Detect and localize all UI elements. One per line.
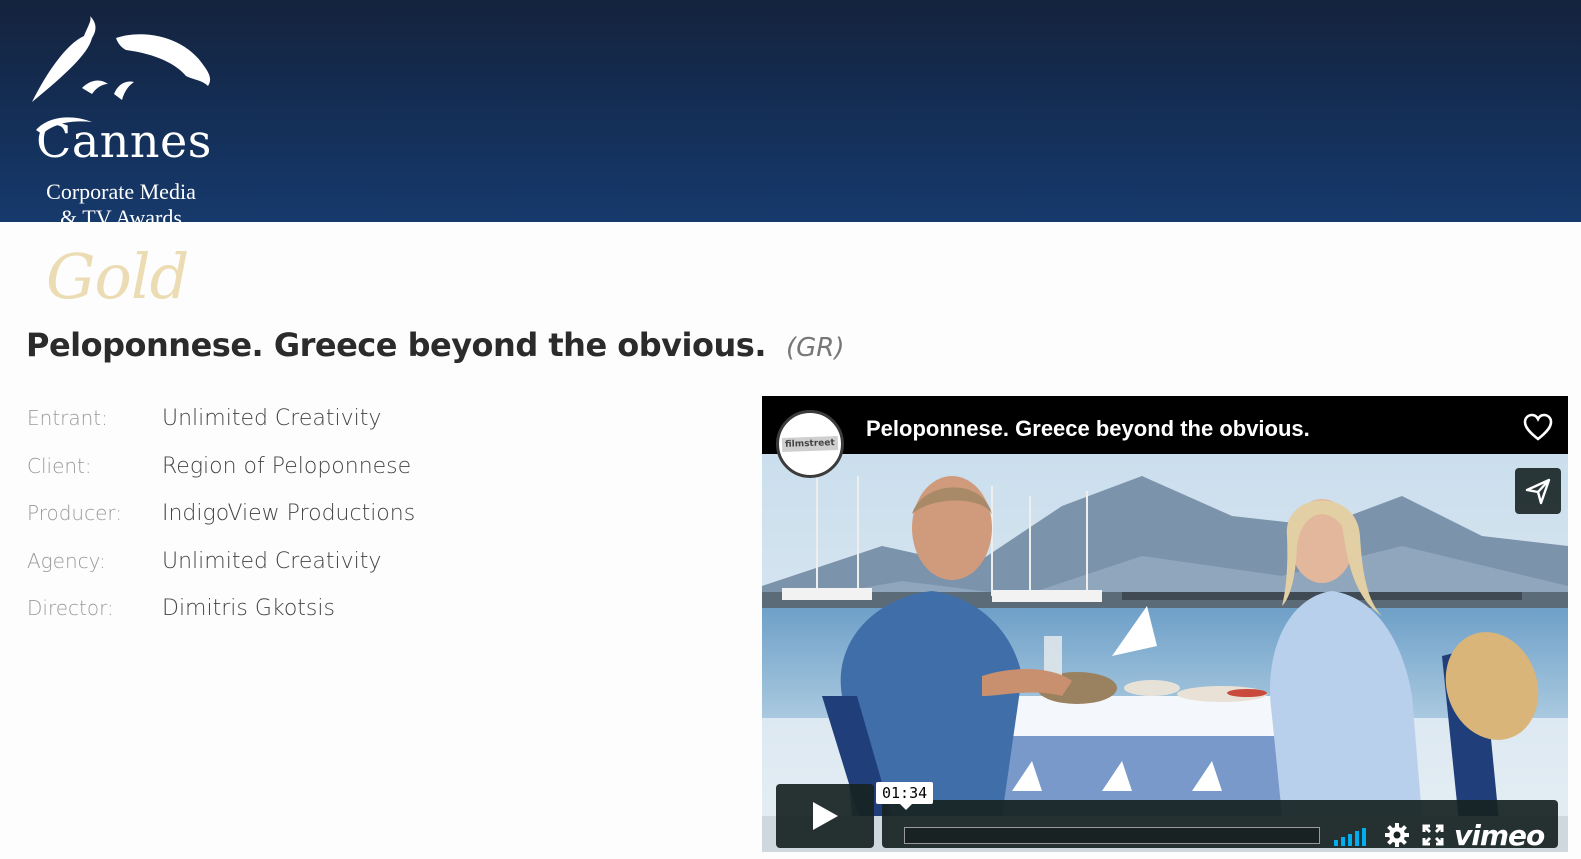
dolphin-icon [32,16,211,102]
credit-label: Producer: [27,501,123,525]
credit-row-director: Director: Dimitris Gkotsis [27,596,415,644]
logo-line-tv-awards: & TV Awards [60,205,182,223]
player-controls: vimeo 01:34 [776,782,1568,852]
credits-list: Entrant: Unlimited Creativity Client: Re… [27,406,415,644]
play-button[interactable] [776,784,874,848]
credit-value: Dimitris Gkotsis [162,596,335,621]
credit-label: Director: [27,596,114,620]
fullscreen-icon[interactable] [1422,824,1444,846]
credit-value: IndigoView Productions [162,501,416,526]
credit-value: Region of Peloponnese [162,453,412,479]
timebar: vimeo [882,800,1558,852]
entry-country: (GR) [785,333,845,363]
entry-title: Peloponnese. Greece beyond the obvious. [26,326,766,364]
time-display: 01:34 [876,782,934,810]
logo-line-corporate-media: Corporate Media [46,179,196,204]
logo-line-cannes: Cannes [36,114,212,168]
vimeo-logo[interactable]: vimeo [1454,819,1545,852]
credit-value: Unlimited Creativity [162,406,382,431]
gear-icon[interactable] [1384,822,1410,848]
volume-bars-icon[interactable] [1334,826,1370,846]
heart-icon [1523,413,1553,441]
video-player[interactable]: filmstreet Peloponnese. Greece beyond th… [762,396,1568,852]
video-title[interactable]: Peloponnese. Greece beyond the obvious. [866,416,1310,442]
entry-title-row: Peloponnese. Greece beyond the obvious. … [26,326,844,364]
play-icon [813,802,838,830]
credit-row-producer: Producer: IndigoView Productions [27,501,415,549]
award-level: Gold [46,240,189,313]
credit-row-agency: Agency: Unlimited Creativity [27,549,415,597]
site-header: Cannes Corporate Media & TV Awards [0,0,1581,222]
credit-label: Agency: [27,548,106,573]
like-button[interactable] [1515,404,1561,450]
credit-label: Entrant: [27,406,108,430]
credit-row-entrant: Entrant: Unlimited Creativity [27,406,415,454]
progress-bar[interactable] [904,827,1320,844]
channel-logo-text: filmstreet [781,436,839,452]
credit-label: Client: [27,453,92,478]
credit-value: Unlimited Creativity [162,548,382,574]
send-icon [1525,478,1551,505]
share-button[interactable] [1515,468,1561,514]
channel-logo[interactable]: filmstreet [776,410,844,478]
cannes-logo[interactable]: Cannes Corporate Media & TV Awards [26,14,216,222]
credit-row-client: Client: Region of Peloponnese [27,454,415,502]
